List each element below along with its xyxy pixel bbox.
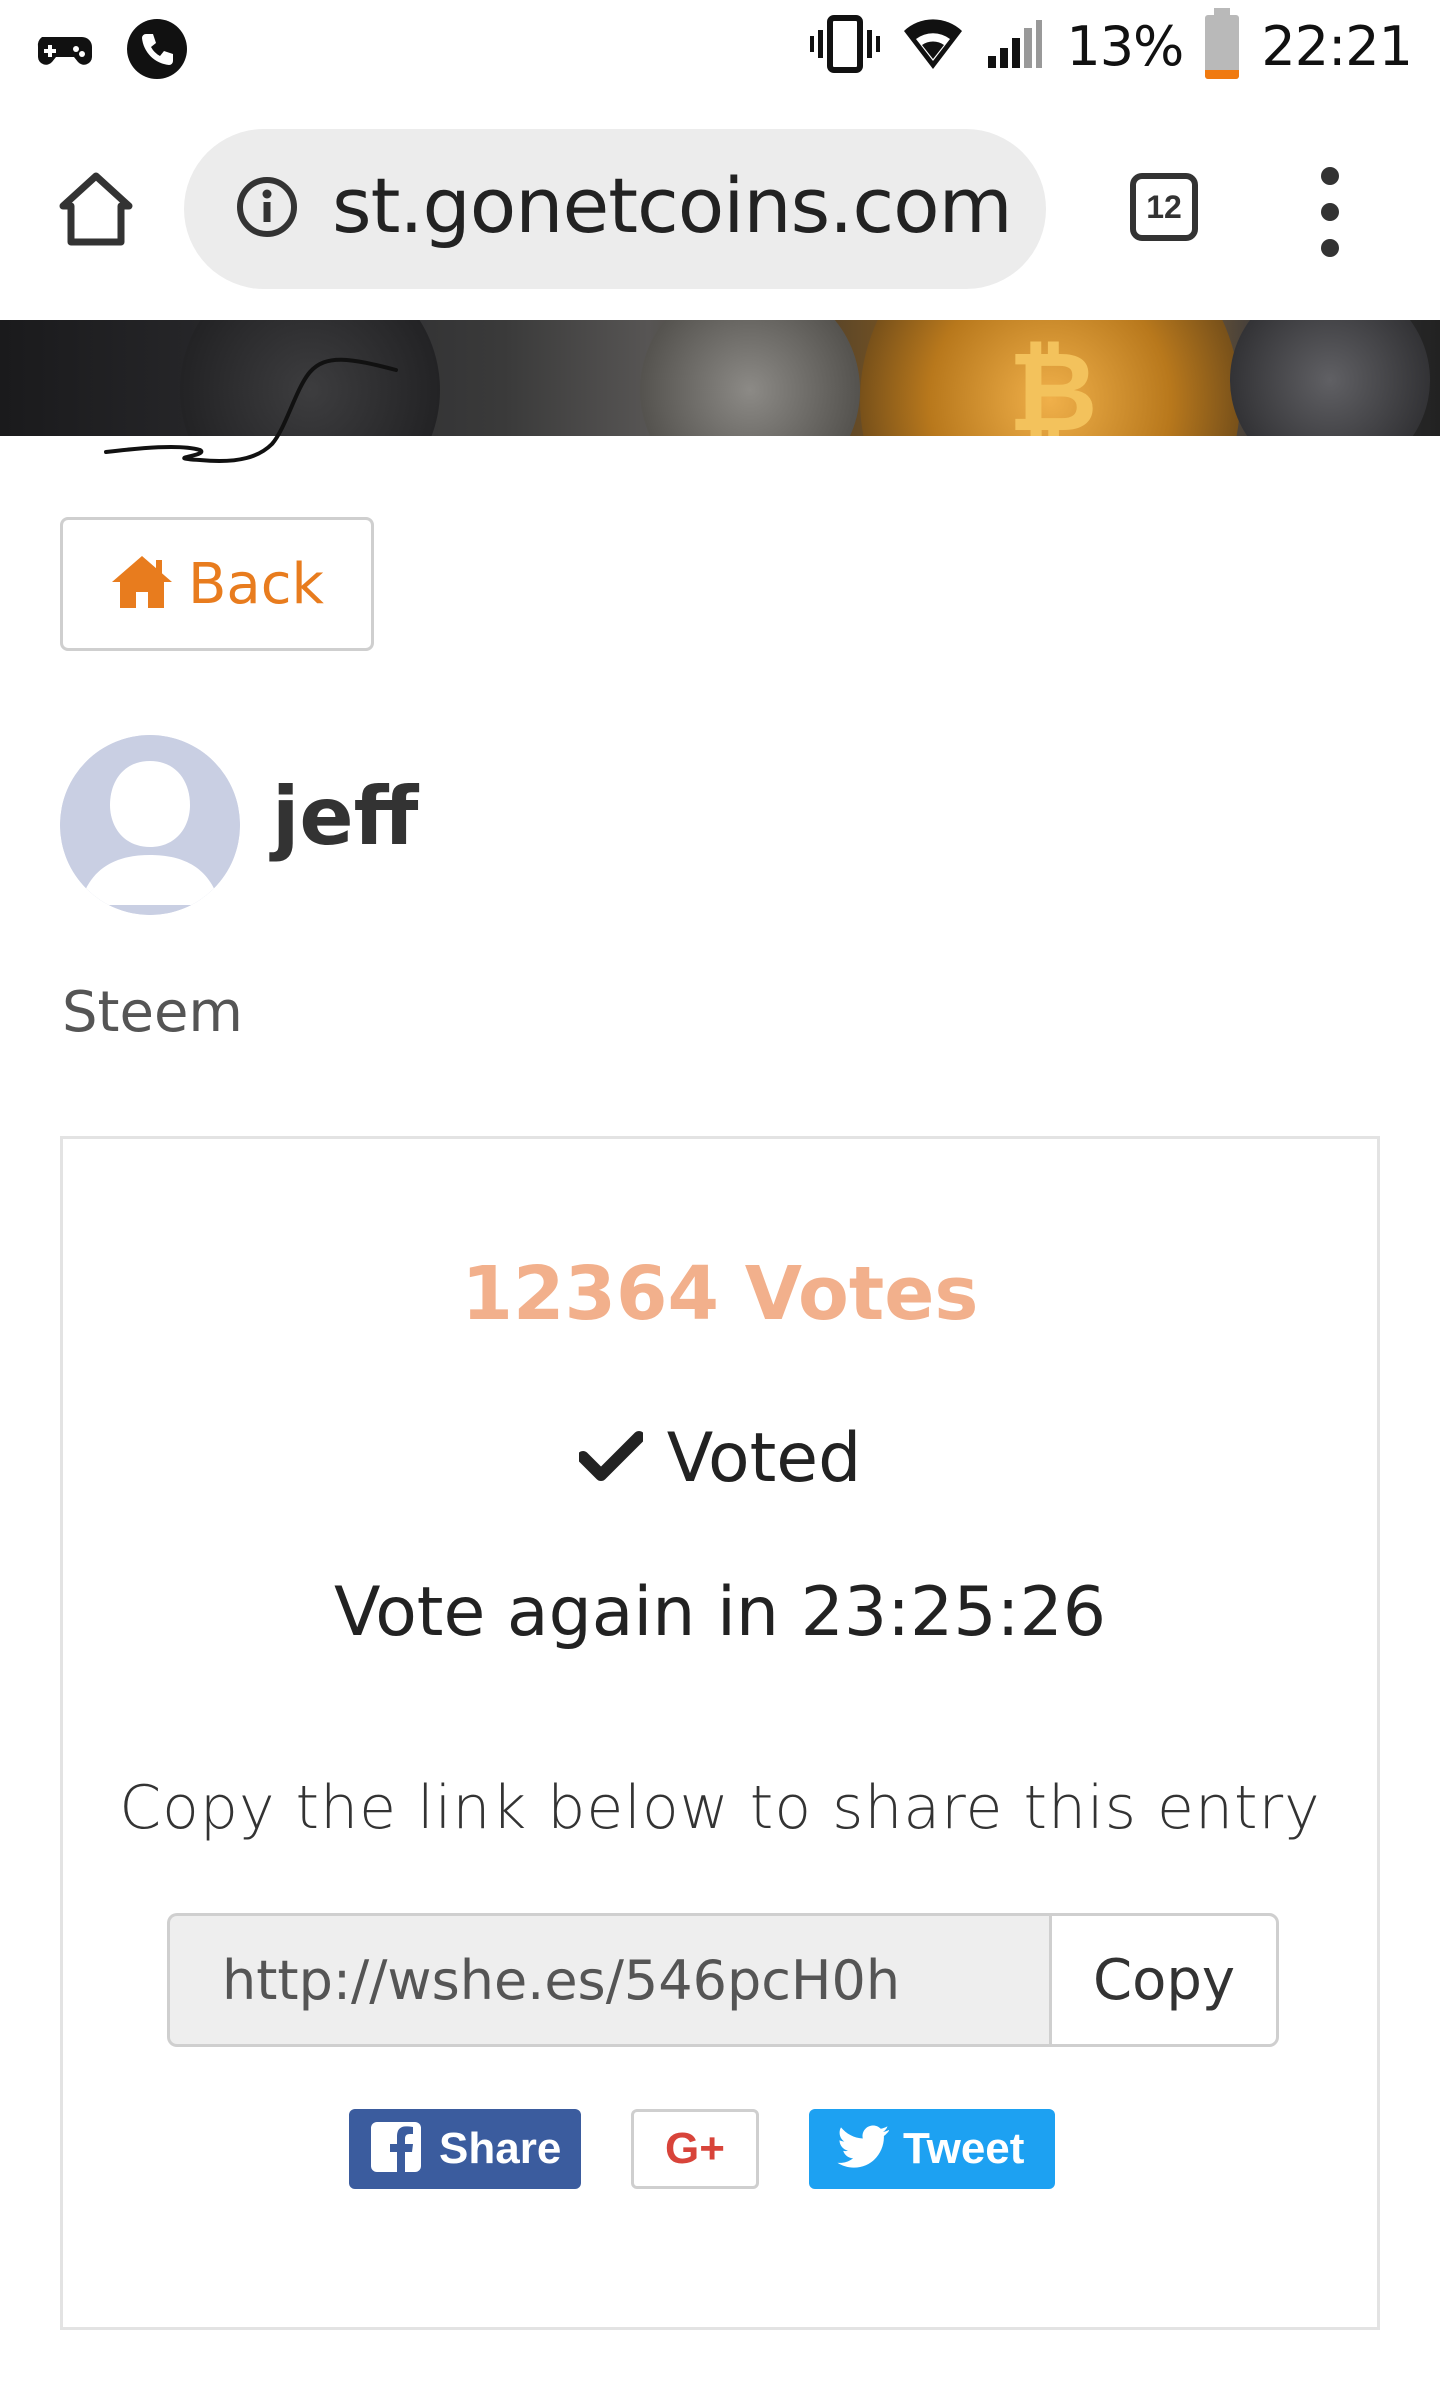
status-left-icons	[34, 18, 188, 85]
url-text[interactable]: st.gonetcoins.com	[332, 161, 1013, 250]
facebook-share-button[interactable]: Share	[349, 2109, 581, 2189]
share-link-group: Copy	[167, 1913, 1279, 2047]
status-right-icons: 13% 22:21	[810, 7, 1413, 79]
browser-toolbar: st.gonetcoins.com 12	[0, 105, 1440, 320]
home-icon	[57, 170, 135, 253]
wifi-icon	[902, 17, 964, 76]
twitter-tweet-label: Tweet	[903, 2124, 1025, 2173]
back-label: Back	[188, 551, 324, 617]
entry-category: Steem	[62, 980, 243, 1045]
avatar	[60, 735, 240, 915]
twitter-bird-icon	[837, 2125, 890, 2174]
googleplus-label: G+	[665, 2124, 725, 2173]
tabs-button[interactable]: 12	[1130, 173, 1198, 241]
copy-button[interactable]: Copy	[1049, 1913, 1279, 2047]
bitcoin-icon: ₿	[1008, 328, 1098, 436]
status-bar: 13% 22:21	[0, 0, 1440, 105]
gamepad-icon	[34, 23, 96, 80]
back-button[interactable]: Back	[60, 517, 374, 651]
battery-icon	[1205, 7, 1240, 79]
googleplus-share-button[interactable]: G+	[631, 2109, 759, 2189]
vote-count: 12364 Votes	[461, 1251, 979, 1337]
twitter-tweet-button[interactable]: Tweet	[809, 2109, 1055, 2189]
clock: 22:21	[1261, 15, 1413, 78]
battery-percent: 13%	[1066, 15, 1184, 78]
hand-drawn-scribble	[104, 357, 398, 463]
voted-status: Voted	[63, 1419, 1377, 1498]
home-icon	[110, 554, 174, 615]
info-icon[interactable]	[236, 176, 298, 238]
social-share-buttons: Share G+ Tweet	[63, 2109, 1377, 2193]
facebook-share-label: Share	[439, 2124, 562, 2173]
voted-label: Voted	[666, 1419, 862, 1498]
overflow-menu-button[interactable]	[1300, 167, 1360, 257]
share-prompt: Copy the link below to share this entry	[119, 1773, 1321, 1843]
signal-icon	[986, 18, 1044, 75]
tab-count: 12	[1146, 188, 1182, 225]
home-button[interactable]	[48, 163, 144, 259]
username: jeff	[272, 770, 419, 863]
facebook-icon	[371, 2121, 421, 2177]
overflow-menu-icon	[1321, 167, 1339, 185]
url-bar[interactable]: st.gonetcoins.com	[184, 129, 1046, 289]
phone-call-icon	[126, 18, 188, 85]
checkmark-icon	[576, 1419, 645, 1498]
vibrate-icon	[810, 14, 881, 79]
vote-card: 12364 Votes Voted Vote again in 23:25:26…	[60, 1136, 1380, 2330]
user-silhouette-icon	[60, 735, 240, 915]
vote-again-timer: Vote again in 23:25:26	[333, 1573, 1107, 1652]
share-link-input[interactable]	[167, 1913, 1049, 2047]
